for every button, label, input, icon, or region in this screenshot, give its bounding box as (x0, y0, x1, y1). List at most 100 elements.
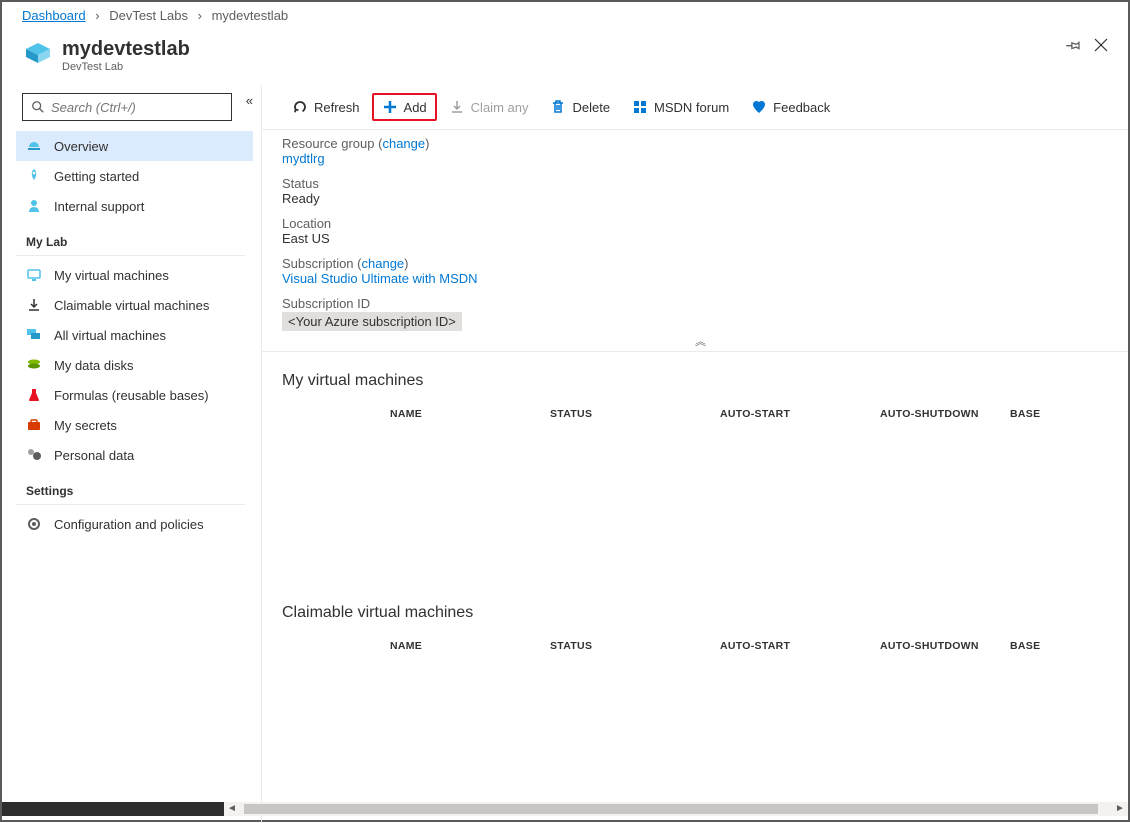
sidebar-section-my-lab: My Lab (16, 221, 245, 256)
sidebar-item-my-secrets[interactable]: My secrets (16, 410, 253, 440)
claimable-vms-section: Claimable virtual machines NAME STATUS A… (262, 584, 1128, 676)
refresh-icon (292, 99, 308, 115)
sidebar-item-my-data-disks[interactable]: My data disks (16, 350, 253, 380)
chevron-right-icon: › (198, 8, 202, 23)
sidebar-item-claimable-vms[interactable]: Claimable virtual machines (16, 290, 253, 320)
toolbar-label: MSDN forum (654, 100, 729, 115)
chevron-right-icon: › (95, 8, 99, 23)
grid-icon (632, 99, 648, 115)
subscription-id-value: <Your Azure subscription ID> (282, 312, 462, 331)
toolbar-label: Claim any (471, 100, 529, 115)
close-button[interactable] (1094, 38, 1108, 56)
location-value: East US (282, 231, 330, 246)
disks-icon (26, 357, 42, 373)
column-base[interactable]: BASE (1010, 640, 1090, 652)
delete-button[interactable]: Delete (540, 93, 620, 121)
sidebar-item-label: Overview (54, 139, 108, 154)
add-button[interactable]: Add (372, 93, 437, 121)
devtest-lab-icon (22, 37, 54, 69)
msdn-forum-button[interactable]: MSDN forum (622, 93, 739, 121)
search-input[interactable] (51, 100, 223, 115)
column-base[interactable]: BASE (1010, 408, 1090, 420)
pin-button[interactable] (1066, 37, 1082, 57)
flask-icon (26, 387, 42, 403)
sidebar-item-label: Configuration and policies (54, 517, 204, 532)
subscription-value[interactable]: Visual Studio Ultimate with MSDN (282, 271, 478, 286)
subscription-label: Subscription (282, 256, 354, 271)
search-box[interactable] (22, 93, 232, 121)
status-label: Status (282, 176, 319, 191)
breadcrumb-devtest-labs[interactable]: DevTest Labs (109, 8, 188, 23)
column-auto-shutdown[interactable]: AUTO-SHUTDOWN (880, 640, 1010, 652)
bottom-bars: ◄ ► (2, 798, 1128, 820)
vms-icon (26, 327, 42, 343)
refresh-button[interactable]: Refresh (282, 93, 370, 121)
toolbar-label: Delete (572, 100, 610, 115)
overview-icon (26, 138, 42, 154)
sidebar-item-label: Personal data (54, 448, 134, 463)
resource-details: Resource group (change) mydtlrg Status R… (262, 130, 1128, 352)
scroll-right-button[interactable]: ► (1112, 802, 1128, 816)
briefcase-icon (26, 417, 42, 433)
claim-icon (449, 99, 465, 115)
toolbar: Refresh Add Claim any Delete MSDN forum … (262, 85, 1128, 130)
breadcrumb-dashboard[interactable]: Dashboard (22, 8, 86, 23)
column-name[interactable]: NAME (390, 640, 550, 652)
toolbar-label: Add (404, 100, 427, 115)
sidebar-item-label: My data disks (54, 358, 133, 373)
claim-any-button: Claim any (439, 93, 539, 121)
toolbar-label: Feedback (773, 100, 830, 115)
breadcrumb: Dashboard › DevTest Labs › mydevtestlab (2, 2, 1128, 29)
main-content: Refresh Add Claim any Delete MSDN forum … (262, 85, 1128, 823)
section-title: My virtual machines (282, 372, 1108, 390)
sidebar-item-personal-data[interactable]: Personal data (16, 440, 253, 470)
trash-icon (550, 99, 566, 115)
change-subscription-link[interactable]: change (362, 256, 405, 271)
breadcrumb-current: mydevtestlab (212, 8, 289, 23)
sidebar-item-my-vms[interactable]: My virtual machines (16, 260, 253, 290)
page-subtitle: DevTest Lab (62, 61, 190, 73)
horizontal-scrollbar[interactable]: ◄ ► (224, 802, 1128, 816)
sidebar-section-settings: Settings (16, 470, 245, 505)
heart-icon (751, 99, 767, 115)
vm-icon (26, 267, 42, 283)
section-title: Claimable virtual machines (282, 604, 1108, 622)
sidebar-item-formulas[interactable]: Formulas (reusable bases) (16, 380, 253, 410)
sidebar-item-internal-support[interactable]: Internal support (16, 191, 253, 221)
subscription-id-label: Subscription ID (282, 296, 370, 311)
column-status[interactable]: STATUS (550, 408, 720, 420)
toolbar-label: Refresh (314, 100, 360, 115)
column-status[interactable]: STATUS (550, 640, 720, 652)
feedback-button[interactable]: Feedback (741, 93, 840, 121)
sidebar-item-label: My virtual machines (54, 268, 169, 283)
page-header: mydevtestlab DevTest Lab (2, 29, 1128, 85)
column-auto-start[interactable]: AUTO-START (720, 640, 880, 652)
status-bar (2, 802, 224, 816)
collapse-sidebar-button[interactable]: « (246, 93, 253, 108)
table-header: NAME STATUS AUTO-START AUTO-SHUTDOWN BAS… (282, 636, 1108, 656)
sidebar-item-all-vms[interactable]: All virtual machines (16, 320, 253, 350)
table-header: NAME STATUS AUTO-START AUTO-SHUTDOWN BAS… (282, 404, 1108, 424)
personal-data-icon (26, 447, 42, 463)
collapse-details-button[interactable]: ︽ (695, 333, 706, 349)
page-title: mydevtestlab (62, 37, 190, 61)
resource-group-value[interactable]: mydtlrg (282, 151, 325, 166)
download-icon (26, 297, 42, 313)
column-auto-start[interactable]: AUTO-START (720, 408, 880, 420)
sidebar-item-overview[interactable]: Overview (16, 131, 253, 161)
column-name[interactable]: NAME (390, 408, 550, 420)
change-resource-group-link[interactable]: change (382, 136, 425, 151)
column-auto-shutdown[interactable]: AUTO-SHUTDOWN (880, 408, 1010, 420)
sidebar-item-label: Getting started (54, 169, 139, 184)
sidebar-item-config-policies[interactable]: Configuration and policies (16, 509, 253, 539)
resource-group-label: Resource group (282, 136, 375, 151)
rocket-icon (26, 168, 42, 184)
gear-icon (26, 516, 42, 532)
support-icon (26, 198, 42, 214)
scroll-left-button[interactable]: ◄ (224, 802, 240, 816)
sidebar-item-label: Formulas (reusable bases) (54, 388, 209, 403)
scroll-thumb[interactable] (244, 804, 1098, 814)
sidebar-item-label: Internal support (54, 199, 144, 214)
sidebar-item-label: My secrets (54, 418, 117, 433)
sidebar-item-getting-started[interactable]: Getting started (16, 161, 253, 191)
